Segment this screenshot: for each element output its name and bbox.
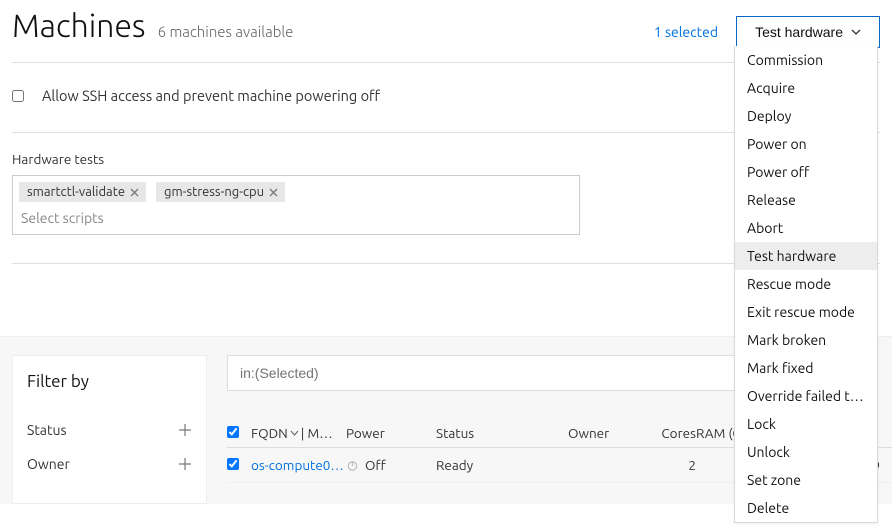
fqdn-link: os-compute0…: [251, 457, 344, 473]
dropdown-item[interactable]: Power on: [735, 130, 877, 158]
filter-title: Filter by: [27, 372, 192, 391]
dropdown-item[interactable]: Override failed te…: [735, 382, 877, 410]
filter-item-label: Status: [27, 422, 67, 438]
script-chip: gm-stress-ng-cpu: [156, 182, 285, 202]
power-cell: Off: [346, 457, 436, 473]
dropdown-item[interactable]: Abort: [735, 214, 877, 242]
page-title: Machines: [12, 8, 146, 44]
hardware-tests-input[interactable]: smartctl-validate gm-stress-ng-cpu Selec…: [12, 175, 580, 235]
plus-icon: [178, 457, 192, 471]
dropdown-item[interactable]: Commission: [735, 46, 877, 74]
cores-cell: 2: [658, 457, 696, 473]
dropdown-item[interactable]: Release: [735, 186, 877, 214]
row-checkbox-cell: [227, 457, 251, 473]
column-label: FQDN: [251, 425, 288, 441]
plus-icon: [178, 423, 192, 437]
column-header-cores[interactable]: Cores: [658, 425, 696, 441]
action-dropdown-menu: CommissionAcquireDeployPower onPower off…: [734, 46, 878, 523]
dropdown-item[interactable]: Set zone: [735, 466, 877, 494]
chevron-down-icon: [851, 29, 861, 35]
power-value: Off: [365, 457, 386, 473]
scripts-placeholder: Select scripts: [19, 206, 573, 228]
select-all-checkbox[interactable]: [227, 426, 239, 438]
chevron-down-icon: [290, 430, 299, 436]
filter-item-label: Owner: [27, 456, 70, 472]
column-suffix: | M…: [301, 425, 333, 441]
action-dropdown-label: Test hardware: [755, 24, 843, 40]
dropdown-item[interactable]: Exit rescue mode: [735, 298, 877, 326]
page-subtitle: 6 machines available: [158, 23, 294, 40]
dropdown-item[interactable]: Test hardware: [735, 242, 877, 270]
close-icon[interactable]: [129, 187, 140, 198]
header-right: 1 selected Test hardware: [654, 16, 880, 48]
power-icon: [346, 459, 359, 472]
row-checkbox[interactable]: [227, 458, 239, 470]
header-left: Machines 6 machines available: [12, 8, 293, 44]
dropdown-item[interactable]: Rescue mode: [735, 270, 877, 298]
column-header-status[interactable]: Status: [436, 425, 568, 441]
fqdn-cell[interactable]: os-compute0…: [251, 457, 346, 473]
column-header-fqdn[interactable]: FQDN | M…: [251, 425, 346, 441]
status-cell: Ready: [436, 457, 568, 473]
selected-count[interactable]: 1 selected: [654, 24, 718, 40]
filter-item-status[interactable]: Status: [27, 413, 192, 447]
dropdown-item[interactable]: Deploy: [735, 102, 877, 130]
dropdown-item[interactable]: Delete: [735, 494, 877, 522]
dropdown-item[interactable]: Unlock: [735, 438, 877, 466]
dropdown-item[interactable]: Acquire: [735, 74, 877, 102]
filter-item-owner[interactable]: Owner: [27, 447, 192, 481]
select-all-cell: [227, 425, 251, 441]
ssh-label: Allow SSH access and prevent machine pow…: [42, 87, 380, 104]
dropdown-item[interactable]: Lock: [735, 410, 877, 438]
close-icon[interactable]: [268, 187, 279, 198]
chip-label: gm-stress-ng-cpu: [164, 185, 264, 199]
dropdown-item[interactable]: Mark broken: [735, 326, 877, 354]
chip-label: smartctl-validate: [27, 185, 125, 199]
column-header-power[interactable]: Power: [346, 425, 436, 441]
chips-row: smartctl-validate gm-stress-ng-cpu: [19, 182, 573, 202]
filter-panel: Filter by Status Owner: [12, 355, 207, 504]
dropdown-item[interactable]: Mark fixed: [735, 354, 877, 382]
ssh-checkbox[interactable]: [12, 90, 24, 102]
column-header-owner[interactable]: Owner: [568, 425, 658, 441]
action-dropdown-button[interactable]: Test hardware: [736, 16, 880, 48]
script-chip: smartctl-validate: [19, 182, 146, 202]
dropdown-item[interactable]: Power off: [735, 158, 877, 186]
